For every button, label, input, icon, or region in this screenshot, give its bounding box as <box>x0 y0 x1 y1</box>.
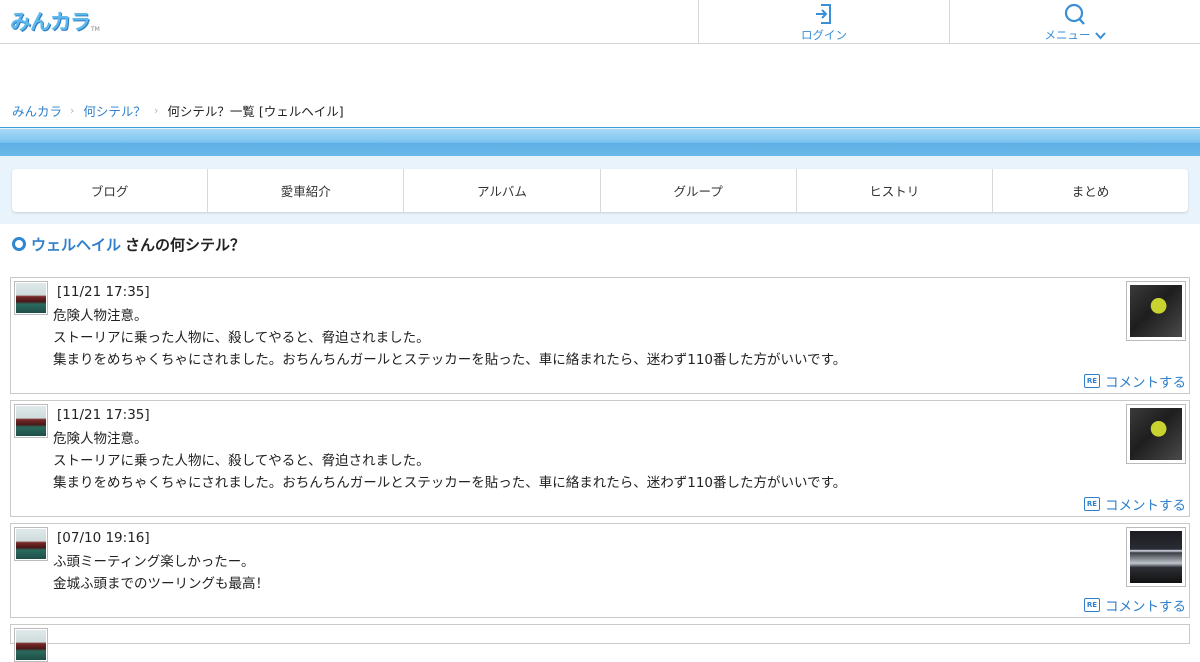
tab-matome[interactable]: まとめ <box>991 169 1188 212</box>
re-icon: RE <box>1084 497 1100 511</box>
tab-history[interactable]: ヒストリ <box>795 169 992 212</box>
menu-label-row: メニュー <box>1045 27 1106 43</box>
post-item <box>10 624 1190 662</box>
post-line: ストーリアに乗った人物に、殺してやると、脅迫されました。 <box>53 330 430 346</box>
login-icon <box>816 4 831 24</box>
post-line: 金城ふ頭までのツーリングも最高！ <box>53 576 269 592</box>
avatar[interactable] <box>14 404 48 438</box>
comment-button[interactable]: RE コメントする <box>1084 595 1186 615</box>
comment-label: コメントする <box>1105 599 1186 615</box>
post-item: [11/21 17:35] 危険人物注意。 ストーリアに乗った人物に、殺してやる… <box>10 277 1190 394</box>
page-title: ウェルヘイル さんの何シテル？ <box>12 234 245 254</box>
login-label: ログイン <box>801 28 847 42</box>
avatar-image <box>16 529 46 559</box>
post-thumbnail[interactable] <box>1126 527 1186 587</box>
post-date: [07/10 19:16] <box>57 530 150 546</box>
thumbnail-image <box>1130 531 1182 583</box>
post-line: 危険人物注意。 <box>53 431 148 447</box>
avatar-image <box>16 406 46 436</box>
menu-label: メニュー <box>1044 28 1091 42</box>
post-line: 危険人物注意。 <box>53 308 148 324</box>
post-line: 集まりをめちゃくちゃにされました。おちんちんガールとステッカーを貼った、車に絡ま… <box>53 475 847 491</box>
re-icon: RE <box>1084 374 1100 388</box>
page-title-suffix: さんの何シテル？ <box>125 235 246 254</box>
search-icon <box>1064 3 1085 25</box>
post-item: [11/21 17:35] 危険人物注意。 ストーリアに乗った人物に、殺してやる… <box>10 400 1190 517</box>
logo-tm: TM <box>91 26 100 33</box>
chevron-down-icon <box>1094 32 1106 40</box>
comment-label: コメントする <box>1105 375 1186 391</box>
ring-bullet-icon <box>12 237 26 251</box>
breadcrumb-current: 何シテル？一覧 [ウェルヘイル] <box>167 103 344 119</box>
post-line: 集まりをめちゃくちゃにされました。おちんちんガールとステッカーを貼った、車に絡ま… <box>53 352 847 368</box>
post-thumbnail[interactable] <box>1126 404 1186 464</box>
tab-car-intro[interactable]: 愛車紹介 <box>207 169 403 212</box>
post-line: ふ頭ミーティング楽しかったー。 <box>53 554 255 570</box>
avatar[interactable] <box>14 281 48 315</box>
thumbnail-image <box>1130 285 1182 337</box>
avatar[interactable] <box>14 527 48 561</box>
thumbnail-image <box>1130 408 1182 460</box>
breadcrumb-link-home[interactable]: みんカラ <box>12 101 62 120</box>
user-link[interactable]: ウェルヘイル <box>31 234 121 255</box>
post-thumbnail[interactable] <box>1126 281 1186 341</box>
tab-album[interactable]: アルバム <box>403 169 599 212</box>
comment-button[interactable]: RE コメントする <box>1084 371 1186 391</box>
re-icon: RE <box>1084 598 1100 612</box>
post-body: 危険人物注意。 ストーリアに乗った人物に、殺してやると、脅迫されました。 集まり… <box>53 305 846 371</box>
post-line: ストーリアに乗った人物に、殺してやると、脅迫されました。 <box>53 453 430 469</box>
avatar[interactable] <box>14 628 48 662</box>
login-button[interactable]: ログイン <box>698 0 949 44</box>
band-stripe <box>0 129 1200 156</box>
avatar-image <box>16 283 46 313</box>
chevron-right-icon: › <box>70 103 75 117</box>
post-item: [07/10 19:16] ふ頭ミーティング楽しかったー。 金城ふ頭までのツーリ… <box>10 523 1190 618</box>
avatar-image <box>16 630 46 660</box>
profile-tabs: ブログ 愛車紹介 アルバム グループ ヒストリ まとめ <box>12 169 1188 212</box>
band-divider <box>0 127 1200 128</box>
tab-blog[interactable]: ブログ <box>12 169 207 212</box>
menu-button[interactable]: メニュー <box>949 0 1200 44</box>
post-date: [11/21 17:35] <box>57 284 150 300</box>
tab-group[interactable]: グループ <box>599 169 796 212</box>
site-logo[interactable]: みんカラ TM <box>10 7 100 35</box>
site-header: みんカラ TM ログイン メニュー <box>0 0 1200 44</box>
chevron-right-icon: › <box>153 103 159 117</box>
breadcrumb-link-nanishiteru[interactable]: 何シテル？ <box>83 101 146 120</box>
comment-label: コメントする <box>1105 498 1186 514</box>
post-date: [11/21 17:35] <box>57 407 150 423</box>
logo-text: みんカラ <box>10 10 91 34</box>
breadcrumb: みんカラ › 何シテル？ › 何シテル？一覧 [ウェルヘイル] <box>12 101 344 119</box>
post-body: 危険人物注意。 ストーリアに乗った人物に、殺してやると、脅迫されました。 集まり… <box>53 428 846 494</box>
comment-button[interactable]: RE コメントする <box>1084 494 1186 514</box>
post-body: ふ頭ミーティング楽しかったー。 金城ふ頭までのツーリングも最高！ <box>53 551 269 595</box>
